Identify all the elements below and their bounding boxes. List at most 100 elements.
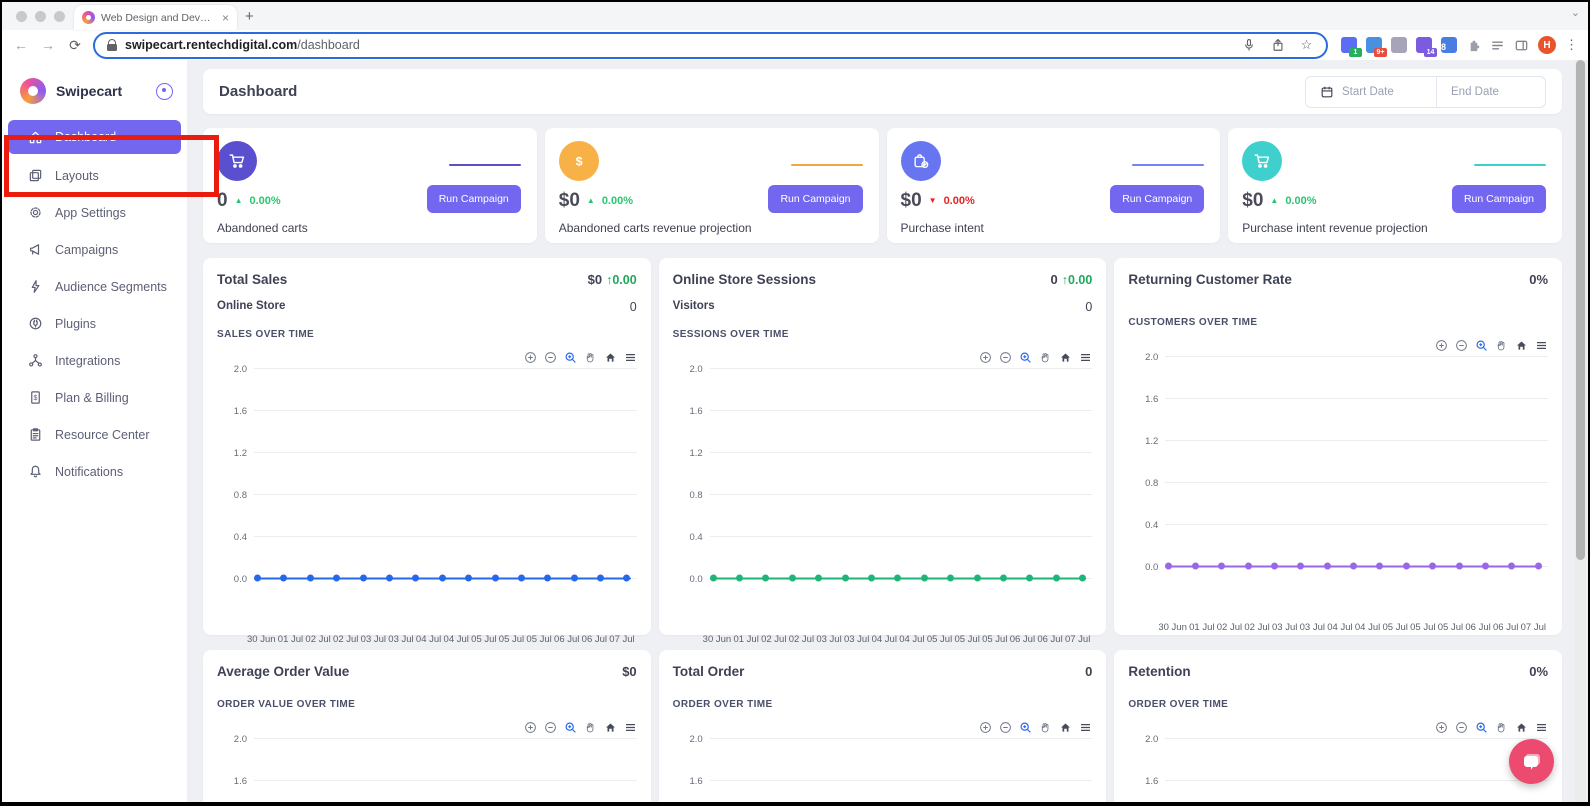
zoom-in-icon[interactable] — [979, 351, 992, 364]
chart-caption: SALES OVER TIME — [217, 329, 315, 340]
sidebar-item-audience-segments[interactable]: Audience Segments — [8, 268, 181, 305]
zoom-in-icon[interactable] — [524, 721, 537, 734]
zoom-out-icon[interactable] — [544, 721, 557, 734]
sparkline — [1132, 164, 1205, 166]
chart-menu-icon[interactable] — [624, 351, 637, 364]
pan-icon[interactable] — [584, 721, 597, 734]
back-button[interactable]: ← — [12, 37, 30, 53]
data-point — [788, 574, 796, 582]
sidebar-item-plugins[interactable]: Plugins — [8, 305, 181, 342]
stat-delta: 0.00% — [249, 195, 281, 207]
sidebar-item-layouts[interactable]: Layouts — [8, 157, 181, 194]
chevron-down-icon[interactable]: ⌄ — [1571, 6, 1580, 19]
sidebar-item-plan-billing[interactable]: $ Plan & Billing — [8, 379, 181, 416]
pan-icon[interactable] — [1495, 721, 1508, 734]
sidebar-item-notifications[interactable]: Notifications — [8, 453, 181, 490]
pan-icon[interactable] — [1039, 351, 1052, 364]
address-bar[interactable]: swipecart.rentechdigital.com/dashboard ☆ — [93, 31, 1328, 59]
reset-home-icon[interactable] — [1059, 721, 1072, 734]
sidebar-collapse-button[interactable] — [156, 82, 173, 100]
chart-menu-icon[interactable] — [1535, 339, 1548, 352]
selection-zoom-icon[interactable] — [1475, 721, 1488, 734]
close-tab-icon[interactable]: × — [222, 11, 229, 25]
selection-zoom-icon[interactable] — [1019, 351, 1032, 364]
reload-button[interactable]: ⟳ — [66, 37, 84, 54]
reset-home-icon[interactable] — [1515, 721, 1528, 734]
extensions-puzzle-icon[interactable] — [1466, 38, 1481, 53]
zoom-in-icon[interactable] — [979, 721, 992, 734]
chart-menu-icon[interactable] — [1535, 721, 1548, 734]
chart-menu-icon[interactable] — [624, 721, 637, 734]
stat-delta: 0.00% — [601, 195, 634, 207]
zoom-out-icon[interactable] — [1455, 721, 1468, 734]
y-tick-label: 0.8 — [233, 490, 247, 501]
profile-avatar[interactable]: H — [1538, 36, 1556, 54]
sidebar-item-dashboard[interactable]: Dashboard — [8, 120, 181, 154]
close-window-button[interactable] — [16, 11, 27, 22]
data-point — [947, 574, 955, 582]
y-axis: 2.0 1.6 1.2 0.8 0.4 0.0 — [1128, 352, 1549, 608]
browser-menu-icon[interactable]: ⋮ — [1565, 37, 1578, 53]
run-campaign-button[interactable]: Run Campaign — [768, 185, 863, 213]
reset-home-icon[interactable] — [1059, 351, 1072, 364]
reset-home-icon[interactable] — [1515, 339, 1528, 352]
zoom-out-icon[interactable] — [999, 351, 1012, 364]
scrollbar-thumb[interactable] — [1576, 60, 1585, 560]
extension-icon[interactable]: 1 — [1341, 37, 1362, 57]
new-tab-button[interactable]: + — [245, 8, 254, 25]
y-tick-label: 1.6 — [233, 776, 247, 787]
sidebar-item-app-settings[interactable]: App Settings — [8, 194, 181, 231]
microphone-icon[interactable] — [1241, 38, 1256, 53]
sidebar-item-resource-center[interactable]: Resource Center — [8, 416, 181, 453]
bookmark-star-icon[interactable]: ☆ — [1299, 37, 1314, 53]
chart-metric: 0% — [1529, 272, 1549, 287]
chart-toolbar — [217, 350, 637, 364]
selection-zoom-icon[interactable] — [564, 721, 577, 734]
chart-caption: CUSTOMERS OVER TIME — [1128, 317, 1258, 328]
zoom-in-icon[interactable] — [1435, 339, 1448, 352]
extension-icon[interactable]: 8 — [1441, 37, 1457, 53]
gridline — [709, 452, 1093, 453]
side-panel-icon[interactable] — [1514, 38, 1529, 53]
pan-icon[interactable] — [1495, 339, 1508, 352]
maximize-window-button[interactable] — [54, 11, 65, 22]
selection-zoom-icon[interactable] — [1475, 339, 1488, 352]
y-tick-label: 1.6 — [689, 776, 703, 787]
chart-menu-icon[interactable] — [1079, 721, 1092, 734]
data-point — [491, 574, 499, 582]
y-tick-label: 0.8 — [689, 490, 703, 501]
run-campaign-button[interactable]: Run Campaign — [1110, 185, 1205, 213]
data-point — [973, 574, 981, 582]
zoom-out-icon[interactable] — [1455, 339, 1468, 352]
start-date-field[interactable]: Start Date — [1306, 77, 1436, 107]
reading-list-icon[interactable] — [1490, 38, 1505, 53]
zoom-out-icon[interactable] — [544, 351, 557, 364]
data-point — [841, 574, 849, 582]
x-tick-label: 05 Jul — [1437, 622, 1464, 633]
y-tick-label: 1.6 — [1145, 776, 1159, 787]
extension-icon[interactable]: 9+ — [1366, 37, 1387, 57]
minimize-window-button[interactable] — [35, 11, 46, 22]
reset-home-icon[interactable] — [604, 351, 617, 364]
end-date-field[interactable]: End Date — [1436, 76, 1545, 107]
sidebar-item-campaigns[interactable]: Campaigns — [8, 231, 181, 268]
share-icon[interactable] — [1270, 38, 1285, 53]
extension-icon[interactable]: 14 — [1416, 37, 1437, 57]
zoom-out-icon[interactable] — [999, 721, 1012, 734]
window-controls[interactable] — [16, 11, 65, 22]
chart-menu-icon[interactable] — [1079, 351, 1092, 364]
run-campaign-button[interactable]: Run Campaign — [1451, 185, 1546, 213]
forward-button[interactable]: → — [39, 37, 57, 53]
sidebar-item-integrations[interactable]: Integrations — [8, 342, 181, 379]
extension-icon[interactable] — [1391, 37, 1407, 53]
reset-home-icon[interactable] — [604, 721, 617, 734]
pan-icon[interactable] — [584, 351, 597, 364]
zoom-in-icon[interactable] — [524, 351, 537, 364]
chat-widget-button[interactable] — [1509, 739, 1554, 784]
selection-zoom-icon[interactable] — [1019, 721, 1032, 734]
selection-zoom-icon[interactable] — [564, 351, 577, 364]
browser-tab[interactable]: Web Design and Development × — [74, 5, 237, 30]
run-campaign-button[interactable]: Run Campaign — [426, 185, 521, 213]
pan-icon[interactable] — [1039, 721, 1052, 734]
zoom-in-icon[interactable] — [1435, 721, 1448, 734]
